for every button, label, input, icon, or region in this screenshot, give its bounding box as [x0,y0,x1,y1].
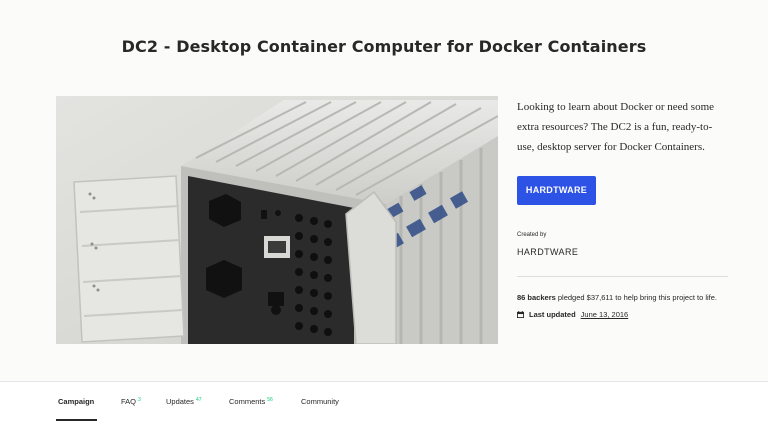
project-title: DC2 - Desktop Container Computer for Doc… [121,37,647,56]
project-image[interactable] [56,96,498,344]
pledged-text: pledged $37,611 to help bring this proje… [555,293,718,302]
project-tabs: Campaign FAQ 3 Updates 47 Comments 56 Commu… [0,381,768,427]
last-updated-label: Last updated [529,310,576,319]
tab-updates[interactable]: Updates 47 [166,397,202,406]
tab-label: Community [301,397,339,406]
project-blurb: Looking to learn about Docker or need so… [517,101,715,153]
tab-faq[interactable]: FAQ 3 [121,397,141,406]
creator-name[interactable]: HARDTWARE [517,247,578,257]
tab-campaign[interactable]: Campaign [58,397,94,406]
tab-label: Updates [166,397,194,406]
project-hero: DC2 - Desktop Container Computer for Doc… [0,0,768,381]
divider [517,276,728,277]
tab-comments[interactable]: Comments 56 [229,397,273,406]
tab-count: 47 [195,397,202,403]
created-by-label: Created by [517,232,547,238]
tab-count: 56 [267,397,273,403]
tab-count: 3 [138,397,141,403]
funding-stats: 86 backers pledged $37,611 to help bring… [517,293,717,302]
backers-count: 86 backers [517,293,556,302]
tab-label: Campaign [58,397,95,406]
creator-button[interactable]: HARDTWARE [517,176,596,205]
tab-label: FAQ [121,397,137,406]
container-photo [56,96,498,344]
calendar-icon [517,311,524,318]
active-tab-indicator [56,419,97,421]
tab-community[interactable]: Community [301,397,339,406]
last-updated: Last updated June 13, 2016 [517,310,628,319]
tab-label: Comments [229,397,266,406]
last-updated-date[interactable]: June 13, 2016 [581,310,629,319]
